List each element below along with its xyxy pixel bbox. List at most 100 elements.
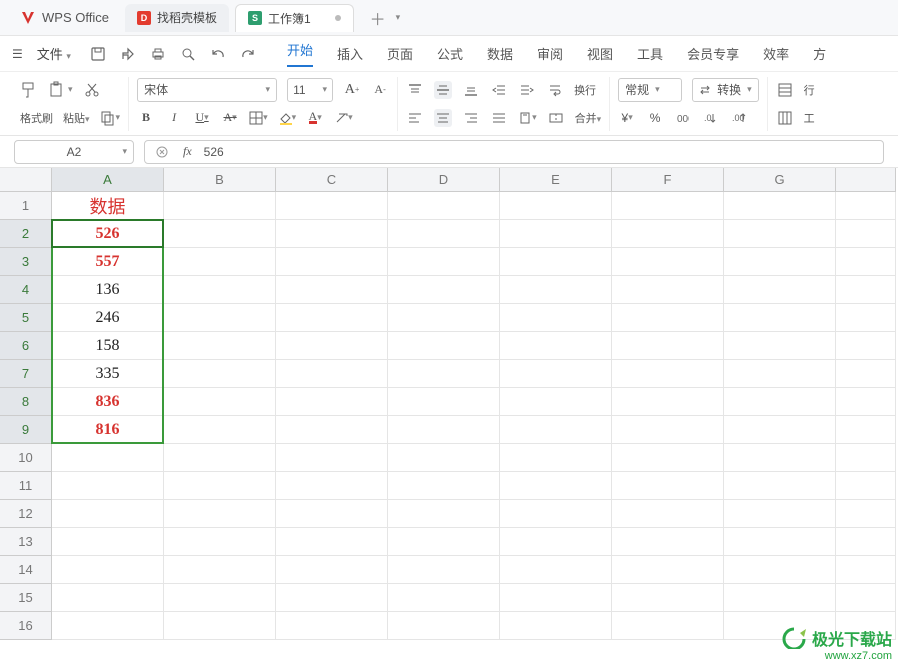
cell[interactable]: 158 [52,332,164,360]
cell[interactable] [724,388,836,416]
cell[interactable] [388,612,500,640]
cell[interactable] [724,360,836,388]
menu-tab-member[interactable]: 会员专享 [687,44,739,63]
wrap-label[interactable]: 换行 [574,82,596,98]
cell[interactable] [612,472,724,500]
cell[interactable] [612,276,724,304]
cell[interactable] [164,276,276,304]
cell[interactable] [500,612,612,640]
cell[interactable] [612,584,724,612]
cell[interactable] [388,220,500,248]
cell[interactable] [276,360,388,388]
font-color-icon[interactable]: A▾ [306,109,324,127]
cell[interactable] [164,192,276,220]
cell[interactable] [836,388,896,416]
cut-icon[interactable] [83,81,101,99]
cell[interactable] [388,416,500,444]
cell[interactable] [500,220,612,248]
menu-tab-insert[interactable]: 插入 [337,44,363,63]
menu-tab-tools[interactable]: 工具 [637,44,663,63]
cell[interactable] [388,556,500,584]
cell[interactable] [500,304,612,332]
align-center-icon[interactable] [434,109,452,127]
tab-templates[interactable]: D 找稻壳模板 [125,4,229,32]
cell[interactable] [276,528,388,556]
cell[interactable] [836,612,896,640]
cell[interactable] [500,192,612,220]
cell[interactable] [612,220,724,248]
row-header[interactable]: 11 [0,472,52,500]
cell[interactable] [164,472,276,500]
save-icon[interactable] [89,45,107,63]
cell[interactable] [388,304,500,332]
paste-label[interactable]: 粘贴▾ [63,110,90,126]
align-left-icon[interactable] [406,109,424,127]
cell[interactable] [388,444,500,472]
add-tab-button[interactable]: ＋ [364,6,392,30]
orientation-icon[interactable]: ▾ [518,109,537,127]
increase-font-icon[interactable]: A+ [343,81,361,99]
font-name-select[interactable]: 宋体▾ [137,78,277,102]
print-icon[interactable] [149,45,167,63]
menu-tab-formula[interactable]: 公式 [437,44,463,63]
increase-decimal-icon[interactable]: .0 [702,109,720,127]
cell[interactable] [612,500,724,528]
row-header[interactable]: 4 [0,276,52,304]
cell[interactable] [612,556,724,584]
cell[interactable] [52,556,164,584]
cell[interactable] [500,360,612,388]
decrease-decimal-icon[interactable]: .00 [730,109,748,127]
cell[interactable] [836,416,896,444]
cell[interactable]: 335 [52,360,164,388]
cell[interactable] [164,220,276,248]
column-header[interactable]: A [52,168,164,192]
format-painter-label[interactable]: 格式刷 [20,110,53,126]
cell[interactable] [388,192,500,220]
cell[interactable] [724,220,836,248]
cell[interactable] [276,416,388,444]
cell[interactable]: 136 [52,276,164,304]
cell[interactable] [276,584,388,612]
chevron-down-icon[interactable]: ▾ [122,146,127,157]
redo-icon[interactable] [239,45,257,63]
cell[interactable] [276,220,388,248]
cell[interactable] [276,500,388,528]
cell[interactable]: 526 [52,220,164,248]
cell[interactable] [724,192,836,220]
cell[interactable] [612,612,724,640]
cell[interactable] [836,556,896,584]
cell[interactable]: 246 [52,304,164,332]
cell[interactable] [500,276,612,304]
column-header[interactable]: G [724,168,836,192]
cell[interactable] [612,248,724,276]
decrease-indent-icon[interactable] [490,81,508,99]
cell[interactable] [388,472,500,500]
wrap-text-icon[interactable] [546,81,564,99]
fill-color-icon[interactable]: ▾ [278,109,297,127]
cell[interactable] [724,332,836,360]
row-header[interactable]: 16 [0,612,52,640]
percent-icon[interactable]: % [646,109,664,127]
cell[interactable] [724,444,836,472]
undo-icon[interactable] [209,45,227,63]
cell[interactable] [52,472,164,500]
row-icon[interactable] [776,81,794,99]
cell[interactable] [836,332,896,360]
cell[interactable] [612,360,724,388]
row-header[interactable]: 2 [0,220,52,248]
cell[interactable] [276,556,388,584]
cell[interactable] [724,500,836,528]
hamburger-icon[interactable]: ☰ [12,47,23,61]
row-header[interactable]: 9 [0,416,52,444]
formula-bar[interactable]: fx 526 [144,140,884,164]
cell[interactable] [500,444,612,472]
cell[interactable] [52,612,164,640]
cell[interactable]: 836 [52,388,164,416]
cell[interactable] [612,388,724,416]
share-icon[interactable] [119,45,137,63]
cell[interactable] [52,584,164,612]
cell[interactable] [612,192,724,220]
row-header[interactable]: 8 [0,388,52,416]
cell[interactable] [724,584,836,612]
clear-format-icon[interactable]: ▾ [334,109,353,127]
